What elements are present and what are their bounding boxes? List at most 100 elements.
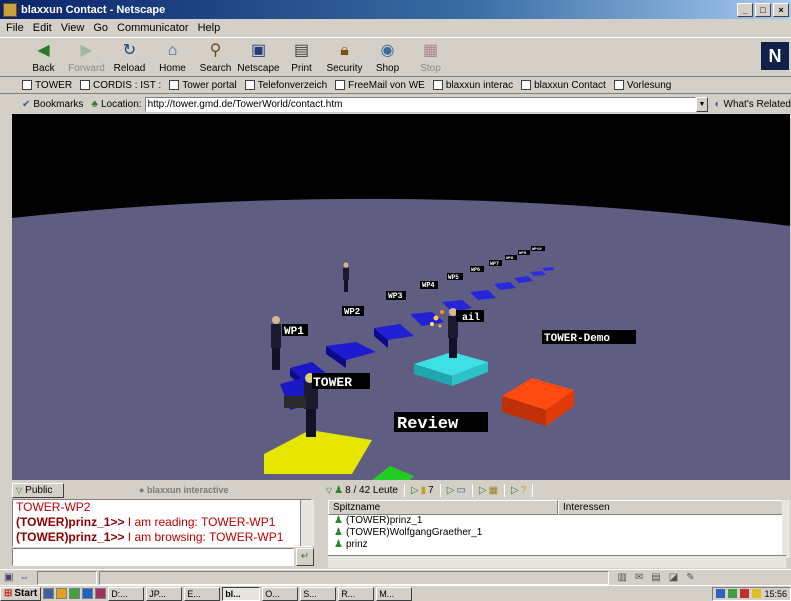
quicklaunch-icon[interactable] <box>95 588 107 599</box>
maximize-button[interactable]: □ <box>755 2 771 17</box>
blaxxun-brand: ● blaxxun interactive <box>139 485 229 495</box>
menu-edit[interactable]: Edit <box>33 22 52 34</box>
security-button[interactable]: 🔒︎ Security <box>323 38 366 76</box>
back-button[interactable]: ◀ Back <box>22 38 65 76</box>
tray-icon[interactable] <box>752 589 762 598</box>
print-button[interactable]: ▤ Print <box>280 38 323 76</box>
list-item[interactable]: ♟ prinz <box>328 539 782 551</box>
whats-related-button[interactable]: ◐ What's Related <box>714 99 791 110</box>
map-button[interactable]: ▷ ▦ <box>479 485 498 496</box>
system-tray: 15:56 <box>712 586 791 601</box>
search-icon: ⚲ <box>209 42 222 59</box>
quicklaunch-icon[interactable] <box>69 588 81 599</box>
bookmark-blaxxun-contact[interactable]: blaxxun Contact <box>521 80 606 91</box>
start-button[interactable]: ⊞ Start <box>0 586 42 601</box>
chat-scrollbar[interactable] <box>300 500 314 546</box>
taskbar-item[interactable]: O... <box>262 586 299 601</box>
window-title: blaxxun Contact - Netscape <box>21 3 166 16</box>
edit-icon[interactable]: ✎ <box>686 572 694 583</box>
news-icon[interactable]: ◪ <box>669 572 678 583</box>
title-bar[interactable]: blaxxun Contact - Netscape _ □ × <box>0 0 791 19</box>
avatar[interactable] <box>271 316 281 370</box>
person-icon: ♟ <box>334 539 343 550</box>
floor <box>12 198 790 480</box>
taskbar-item[interactable]: E... <box>184 586 221 601</box>
bookmark-cordis[interactable]: CORDIS : IST : <box>80 80 161 91</box>
menu-bar: File Edit View Go Communicator Help <box>0 19 791 37</box>
avatar-head <box>449 308 457 316</box>
separator <box>532 484 534 497</box>
stop-button[interactable]: ▦ Stop <box>409 38 452 76</box>
taskbar-item[interactable]: JP... <box>146 586 183 601</box>
quicklaunch-icon[interactable] <box>43 588 55 599</box>
url-input[interactable] <box>144 96 696 112</box>
progress-field <box>37 570 98 585</box>
forward-button[interactable]: ▶ Forward <box>65 38 108 76</box>
chat-input[interactable] <box>12 548 294 566</box>
navigator-icon[interactable]: ▥ <box>617 572 626 583</box>
bookmark-freemail[interactable]: FreeMail von WE <box>335 80 425 91</box>
quicklaunch-icon[interactable] <box>56 588 68 599</box>
reload-button[interactable]: ↻ Reload <box>108 38 151 76</box>
people-list: ♟ (TOWER)prinz_1 ♟ (TOWER)WolfgangGraether… <box>328 515 782 555</box>
bookmark-tower-portal[interactable]: Tower portal <box>169 80 237 91</box>
minimize-button[interactable]: _ <box>737 2 753 17</box>
chat-tabs: ▽ Public ● blaxxun interactive <box>12 482 317 498</box>
people-vertical-scrollbar[interactable] <box>782 500 790 558</box>
bookmark-blaxxun-interac[interactable]: blaxxun interac <box>432 80 513 91</box>
tray-icon[interactable] <box>716 589 726 598</box>
composer-icon[interactable]: ▤ <box>651 572 660 583</box>
bookmark-telefonverzeich[interactable]: Telefonverzeich <box>244 80 327 91</box>
taskbar-item[interactable]: M... <box>376 586 413 601</box>
tray-icon[interactable] <box>740 589 750 598</box>
taskbar-item[interactable]: S... <box>300 586 337 601</box>
person-icon: ♟ <box>334 527 343 538</box>
mail-icon[interactable]: ✉ <box>635 572 643 583</box>
map-icon: ▦ <box>488 485 499 496</box>
label-tower: TOWER <box>313 375 352 390</box>
bookmarks-button[interactable]: ✔ Bookmarks <box>22 99 83 110</box>
bookmark-tower[interactable]: TOWER <box>22 80 72 91</box>
personal-toolbar: TOWER CORDIS : IST : Tower portal Telefo… <box>0 77 791 94</box>
menu-view[interactable]: View <box>61 22 85 34</box>
home-button[interactable]: ⌂ Home <box>151 38 194 76</box>
close-button[interactable]: × <box>773 2 789 17</box>
list-item[interactable]: ♟ (TOWER)prinz_1 <box>328 515 782 527</box>
menu-go[interactable]: Go <box>93 22 108 34</box>
shop-button[interactable]: ◉ Shop <box>366 38 409 76</box>
chat-log[interactable]: TOWER-WP2 (TOWER)prinz_1>> I am reading:… <box>12 499 312 547</box>
taskbar-item-active[interactable]: bl... <box>222 586 261 601</box>
label-wp4: WP4 <box>422 282 435 290</box>
send-button[interactable]: ↵ <box>296 548 314 566</box>
bookmark-vorlesung[interactable]: Vorlesung <box>613 80 671 91</box>
quicklaunch-icon[interactable] <box>82 588 94 599</box>
menu-help[interactable]: Help <box>198 22 221 34</box>
list-item[interactable]: ♟ (TOWER)WolfgangGraether_1 <box>328 527 782 539</box>
url-dropdown-button[interactable]: ▼ <box>695 96 709 112</box>
tray-icon[interactable] <box>728 589 738 598</box>
taskbar-item[interactable]: R... <box>338 586 375 601</box>
windows-logo-icon: ⊞ <box>4 588 13 599</box>
menu-communicator[interactable]: Communicator <box>117 22 189 34</box>
location-bar: ✔Bookmarks ♣Location: ▼ ◐What's Related <box>0 94 791 114</box>
netscape-throbber-icon[interactable]: N <box>761 42 789 70</box>
page-button[interactable]: ▷ ▮ 7 <box>411 485 434 496</box>
vrml-3d-scene[interactable]: WP1 WP2 WP3 WP4 WP5 WP6 WP7 WP8 WP9 WP10… <box>12 114 790 480</box>
play-icon: ▷ <box>446 485 455 496</box>
label-wp2: WP2 <box>344 307 360 317</box>
column-header-nickname[interactable]: Spitzname <box>328 500 558 515</box>
security-status-icon[interactable]: ▣ <box>4 572 13 583</box>
people-count[interactable]: ▽ ♟ 8 / 42 Leute <box>326 485 398 496</box>
netscape-button[interactable]: ▣ Netscape <box>237 38 280 76</box>
search-button[interactable]: ⚲ Search <box>194 38 237 76</box>
people-horizontal-scrollbar[interactable] <box>328 555 786 568</box>
column-header-interests[interactable]: Interessen <box>558 500 788 515</box>
card-button[interactable]: ▷ ▭ <box>447 485 466 496</box>
help-button[interactable]: ▷? <box>511 485 526 496</box>
taskbar-item[interactable]: D:... <box>108 586 145 601</box>
tab-public[interactable]: ▽ Public <box>12 482 64 498</box>
play-icon: ▷ <box>511 485 519 496</box>
chat-line: (TOWER)prinz_1>> I am browsing: TOWER-WP… <box>16 530 284 544</box>
avatar-head <box>343 262 349 268</box>
menu-file[interactable]: File <box>6 22 24 34</box>
